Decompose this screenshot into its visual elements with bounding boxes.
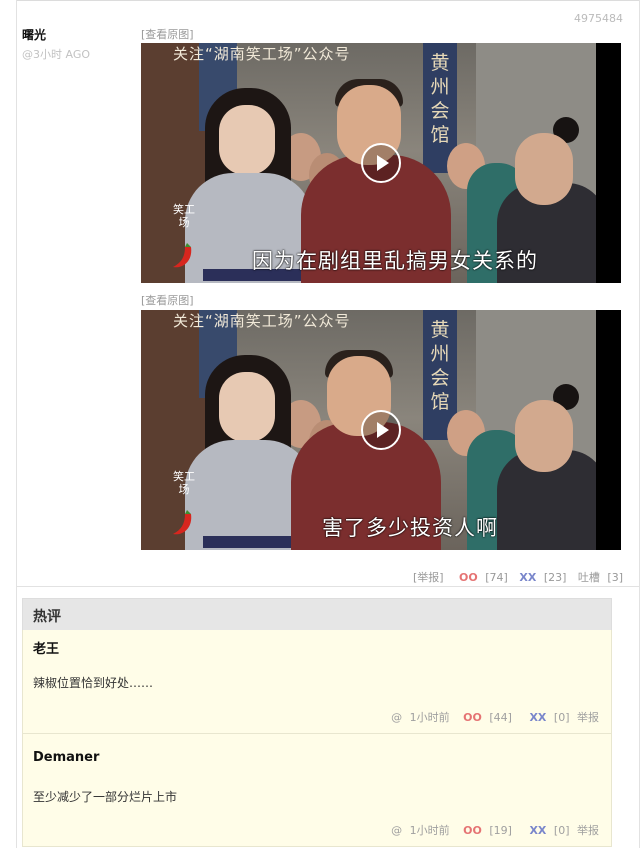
oo-count: [74] xyxy=(485,571,508,584)
section-divider xyxy=(17,586,639,587)
post-time: @3小时 AGO xyxy=(22,48,91,61)
post-id: 4975484 xyxy=(574,12,623,25)
report-link[interactable]: [举报] xyxy=(413,571,444,584)
video-thumbnail[interactable]: 黄州会馆 关注“湖南笑工场”公众号 笑工场 xyxy=(141,310,621,550)
comment-author[interactable]: 老王 xyxy=(33,638,59,657)
video-top-caption: 关注“湖南笑工场”公众号 xyxy=(173,45,351,63)
post-actions: [举报] OO [74] XX [23] 吐槽 [3] xyxy=(409,569,623,585)
reply-at-link[interactable]: @ xyxy=(391,824,402,837)
xx-label: XX xyxy=(529,711,547,724)
comment-item: Demaner 至少减少了一部分烂片上市 @ 1小时前 OO [19] XX [… xyxy=(22,734,612,847)
post-frame: 4975484 曙光 @3小时 AGO [查看原图] 黄州会馆 关注“湖南笑工场… xyxy=(16,0,640,848)
video-top-caption: 关注“湖南笑工场”公众号 xyxy=(173,312,351,330)
post-author-block: 曙光 @3小时 AGO xyxy=(22,26,90,62)
tucao-button[interactable]: 吐槽 [3] xyxy=(574,571,623,584)
comment-oo-button[interactable]: OO [44] xyxy=(459,711,512,724)
comment-time: 1小时前 xyxy=(409,824,450,837)
xx-count: [0] xyxy=(553,824,570,837)
comment-oo-button[interactable]: OO [19] xyxy=(459,824,512,837)
comment-report-link[interactable]: 举报 xyxy=(577,711,599,724)
comment-report-link[interactable]: 举报 xyxy=(577,824,599,837)
tucao-label: 吐槽 xyxy=(577,571,600,584)
sign-text: 黄州会馆 xyxy=(430,319,450,413)
xx-label: XX xyxy=(519,571,537,584)
chili-logo-icon: 笑工场 xyxy=(171,203,197,273)
comment-xx-button[interactable]: XX [0] xyxy=(525,711,569,724)
xx-label: XX xyxy=(529,824,547,837)
xx-count: [23] xyxy=(543,571,567,584)
xx-count: [0] xyxy=(553,711,570,724)
tucao-count: [3] xyxy=(607,571,623,584)
oo-count: [19] xyxy=(489,824,512,837)
comment-text: 至少减少了一部分烂片上市 xyxy=(33,790,178,804)
sign-text: 黄州会馆 xyxy=(430,52,450,146)
comment-meta: @ 1小时前 OO [44] XX [0] 举报 xyxy=(387,709,599,725)
hot-comments-title: 热评 xyxy=(33,609,61,625)
xx-button[interactable]: XX [23] xyxy=(515,571,566,584)
author-name[interactable]: 曙光 xyxy=(22,26,90,43)
play-button[interactable] xyxy=(361,410,401,450)
oo-button[interactable]: OO [74] xyxy=(455,571,508,584)
chili-logo-icon: 笑工场 xyxy=(171,470,197,540)
comment-meta: @ 1小时前 OO [19] XX [0] 举报 xyxy=(387,822,599,838)
view-original-link[interactable]: [查看原图] xyxy=(141,292,194,308)
oo-label: OO xyxy=(463,824,482,837)
reply-at-link[interactable]: @ xyxy=(391,711,402,724)
comment-text: 辣椒位置恰到好处…… xyxy=(33,676,154,690)
oo-label: OO xyxy=(463,711,482,724)
oo-count: [44] xyxy=(489,711,512,724)
comment-time: 1小时前 xyxy=(409,711,450,724)
video-thumbnail[interactable]: 黄州会馆 关注“湖南笑工场”公众号 笑工场 xyxy=(141,43,621,283)
comment-item: 老王 辣椒位置恰到好处…… @ 1小时前 OO [44] XX [0] 举报 xyxy=(22,630,612,734)
play-button[interactable] xyxy=(361,143,401,183)
play-icon xyxy=(377,155,389,171)
video-subtitle: 害了多少投资人啊 xyxy=(322,516,498,540)
top-divider xyxy=(17,0,639,1)
play-icon xyxy=(377,422,389,438)
hot-comments-header: 热评 xyxy=(22,598,612,630)
oo-label: OO xyxy=(459,571,478,584)
comment-author[interactable]: Demaner xyxy=(33,750,99,765)
view-original-link[interactable]: [查看原图] xyxy=(141,26,194,42)
comment-xx-button[interactable]: XX [0] xyxy=(525,824,569,837)
video-subtitle: 因为在剧组里乱搞男女关系的 xyxy=(252,249,538,273)
hot-comments-panel: 热评 老王 辣椒位置恰到好处…… @ 1小时前 OO [44] XX [0] 举… xyxy=(22,598,612,847)
